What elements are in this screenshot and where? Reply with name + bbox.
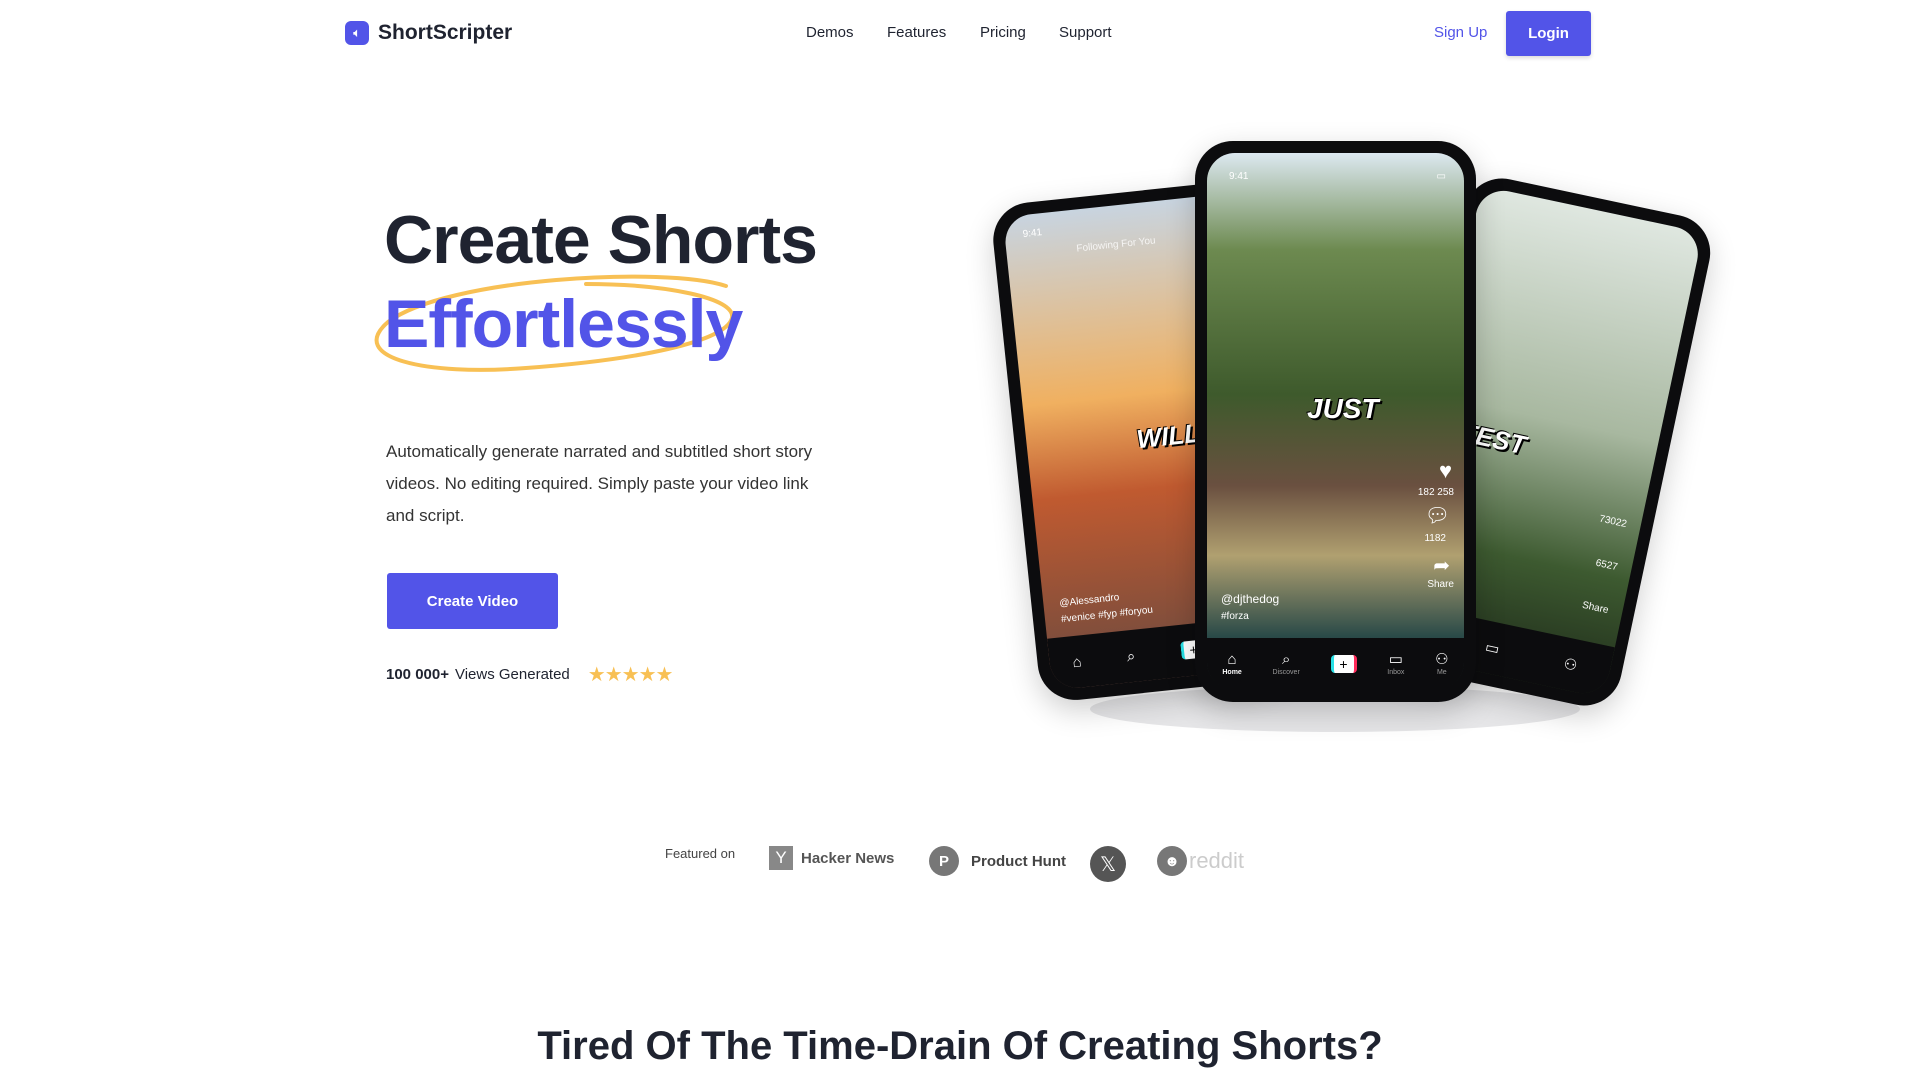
heart-icon: ♥	[1438, 458, 1452, 483]
home-icon: ⌂	[1071, 652, 1083, 671]
search-icon: ⌕	[1281, 650, 1291, 668]
inbox-icon: ▭	[1483, 638, 1501, 659]
featured-product-hunt[interactable]: P Product Hunt	[929, 846, 1066, 876]
like-count: 182 258	[1417, 487, 1454, 498]
tab-discover[interactable]: ⌕ Discover	[1272, 650, 1300, 677]
tab-discover-label: Discover	[1272, 668, 1300, 676]
comment-icon: 💬︎	[1424, 505, 1450, 527]
brand-name: ShortScripter	[378, 21, 513, 44]
product-hunt-label: Product Hunt	[971, 852, 1066, 870]
hacker-news-icon: Y	[769, 846, 793, 870]
username: @Alessandro	[1058, 592, 1120, 610]
battery-icon: ▭	[1436, 171, 1446, 182]
featured-label: Featured on	[665, 846, 735, 861]
tab-home[interactable]: ⌂ Home	[1222, 650, 1242, 677]
tab-me[interactable]: ⚇ Me	[1435, 650, 1449, 677]
subtitle-caption: JUST	[1307, 393, 1379, 424]
nav-support[interactable]: Support	[1059, 24, 1112, 41]
views-label: Views Generated	[454, 666, 570, 683]
comment-count: 1182	[1424, 533, 1446, 544]
profile-icon: ⚇	[1562, 655, 1579, 675]
phone-center: 9:41 ▭ JUST ♥ 182 258 💬︎ 1182 ➦ Share @d…	[1195, 141, 1476, 702]
login-button[interactable]: Login	[1506, 11, 1591, 56]
profile-icon: ⚇	[1435, 650, 1449, 668]
star-rating-icon: ★★★★★	[587, 664, 674, 686]
hacker-news-label: Hacker News	[801, 849, 895, 867]
featured-x[interactable]: 𝕏	[1090, 846, 1126, 882]
subtitle-caption: WILL	[1135, 417, 1202, 455]
x-icon: 𝕏	[1090, 846, 1126, 882]
section-title: Tired Of The Time-Drain Of Creating Shor…	[537, 1024, 1383, 1068]
reddit-icon: ☻	[1157, 846, 1187, 876]
home-icon: ⌂	[1227, 650, 1237, 668]
hero-title-accent: Effortlessly	[384, 286, 743, 362]
product-hunt-icon: P	[929, 846, 959, 876]
hero-description: Automatically generate narrated and subt…	[386, 442, 813, 525]
feed-tabs: Following For You	[1075, 235, 1157, 255]
brand-logo[interactable]: 🔈︎ ShortScripter	[345, 21, 512, 45]
reddit-label: reddit	[1189, 848, 1245, 873]
status-time: 9:41	[1022, 227, 1043, 241]
nav-demos[interactable]: Demos	[806, 24, 854, 41]
featured-reddit[interactable]: ☻ reddit	[1157, 846, 1244, 876]
speaker-icon: 🔈︎	[345, 21, 369, 45]
tab-inbox-label: Inbox	[1387, 668, 1405, 676]
nav-features[interactable]: Features	[887, 24, 946, 41]
signup-link[interactable]: Sign Up	[1434, 24, 1487, 41]
nav-pricing[interactable]: Pricing	[980, 24, 1026, 41]
tab-inbox[interactable]: ▭ Inbox	[1387, 650, 1405, 677]
plus-icon[interactable]: +	[1330, 655, 1357, 673]
username: @djthedog	[1221, 592, 1280, 606]
views-stat: 100 000+ Views Generated ★★★★★	[386, 662, 674, 687]
like-count: 73022	[1598, 513, 1628, 531]
views-count: 100 000+	[386, 666, 449, 683]
tab-bar: ⌂ Home ⌕ Discover + ▭ Inbox ⚇ Me	[1207, 638, 1464, 690]
status-time: 9:41	[1229, 171, 1249, 182]
share-label: Share	[1427, 579, 1454, 590]
hashtags: #forza	[1221, 611, 1249, 622]
share-icon: ➦	[1433, 555, 1450, 577]
create-video-button[interactable]: Create Video	[387, 573, 558, 629]
tab-home-label: Home	[1222, 668, 1242, 676]
featured-text: Featured on	[665, 846, 736, 861]
hero-title: Create Shorts	[384, 202, 818, 278]
comment-count: 6527	[1594, 557, 1619, 574]
tab-me-label: Me	[1436, 668, 1447, 676]
search-icon: ⌕	[1125, 647, 1137, 666]
featured-hacker-news[interactable]: Y Hacker News	[769, 846, 894, 870]
inbox-icon: ▭	[1388, 650, 1403, 668]
share-label: Share	[1581, 599, 1610, 617]
